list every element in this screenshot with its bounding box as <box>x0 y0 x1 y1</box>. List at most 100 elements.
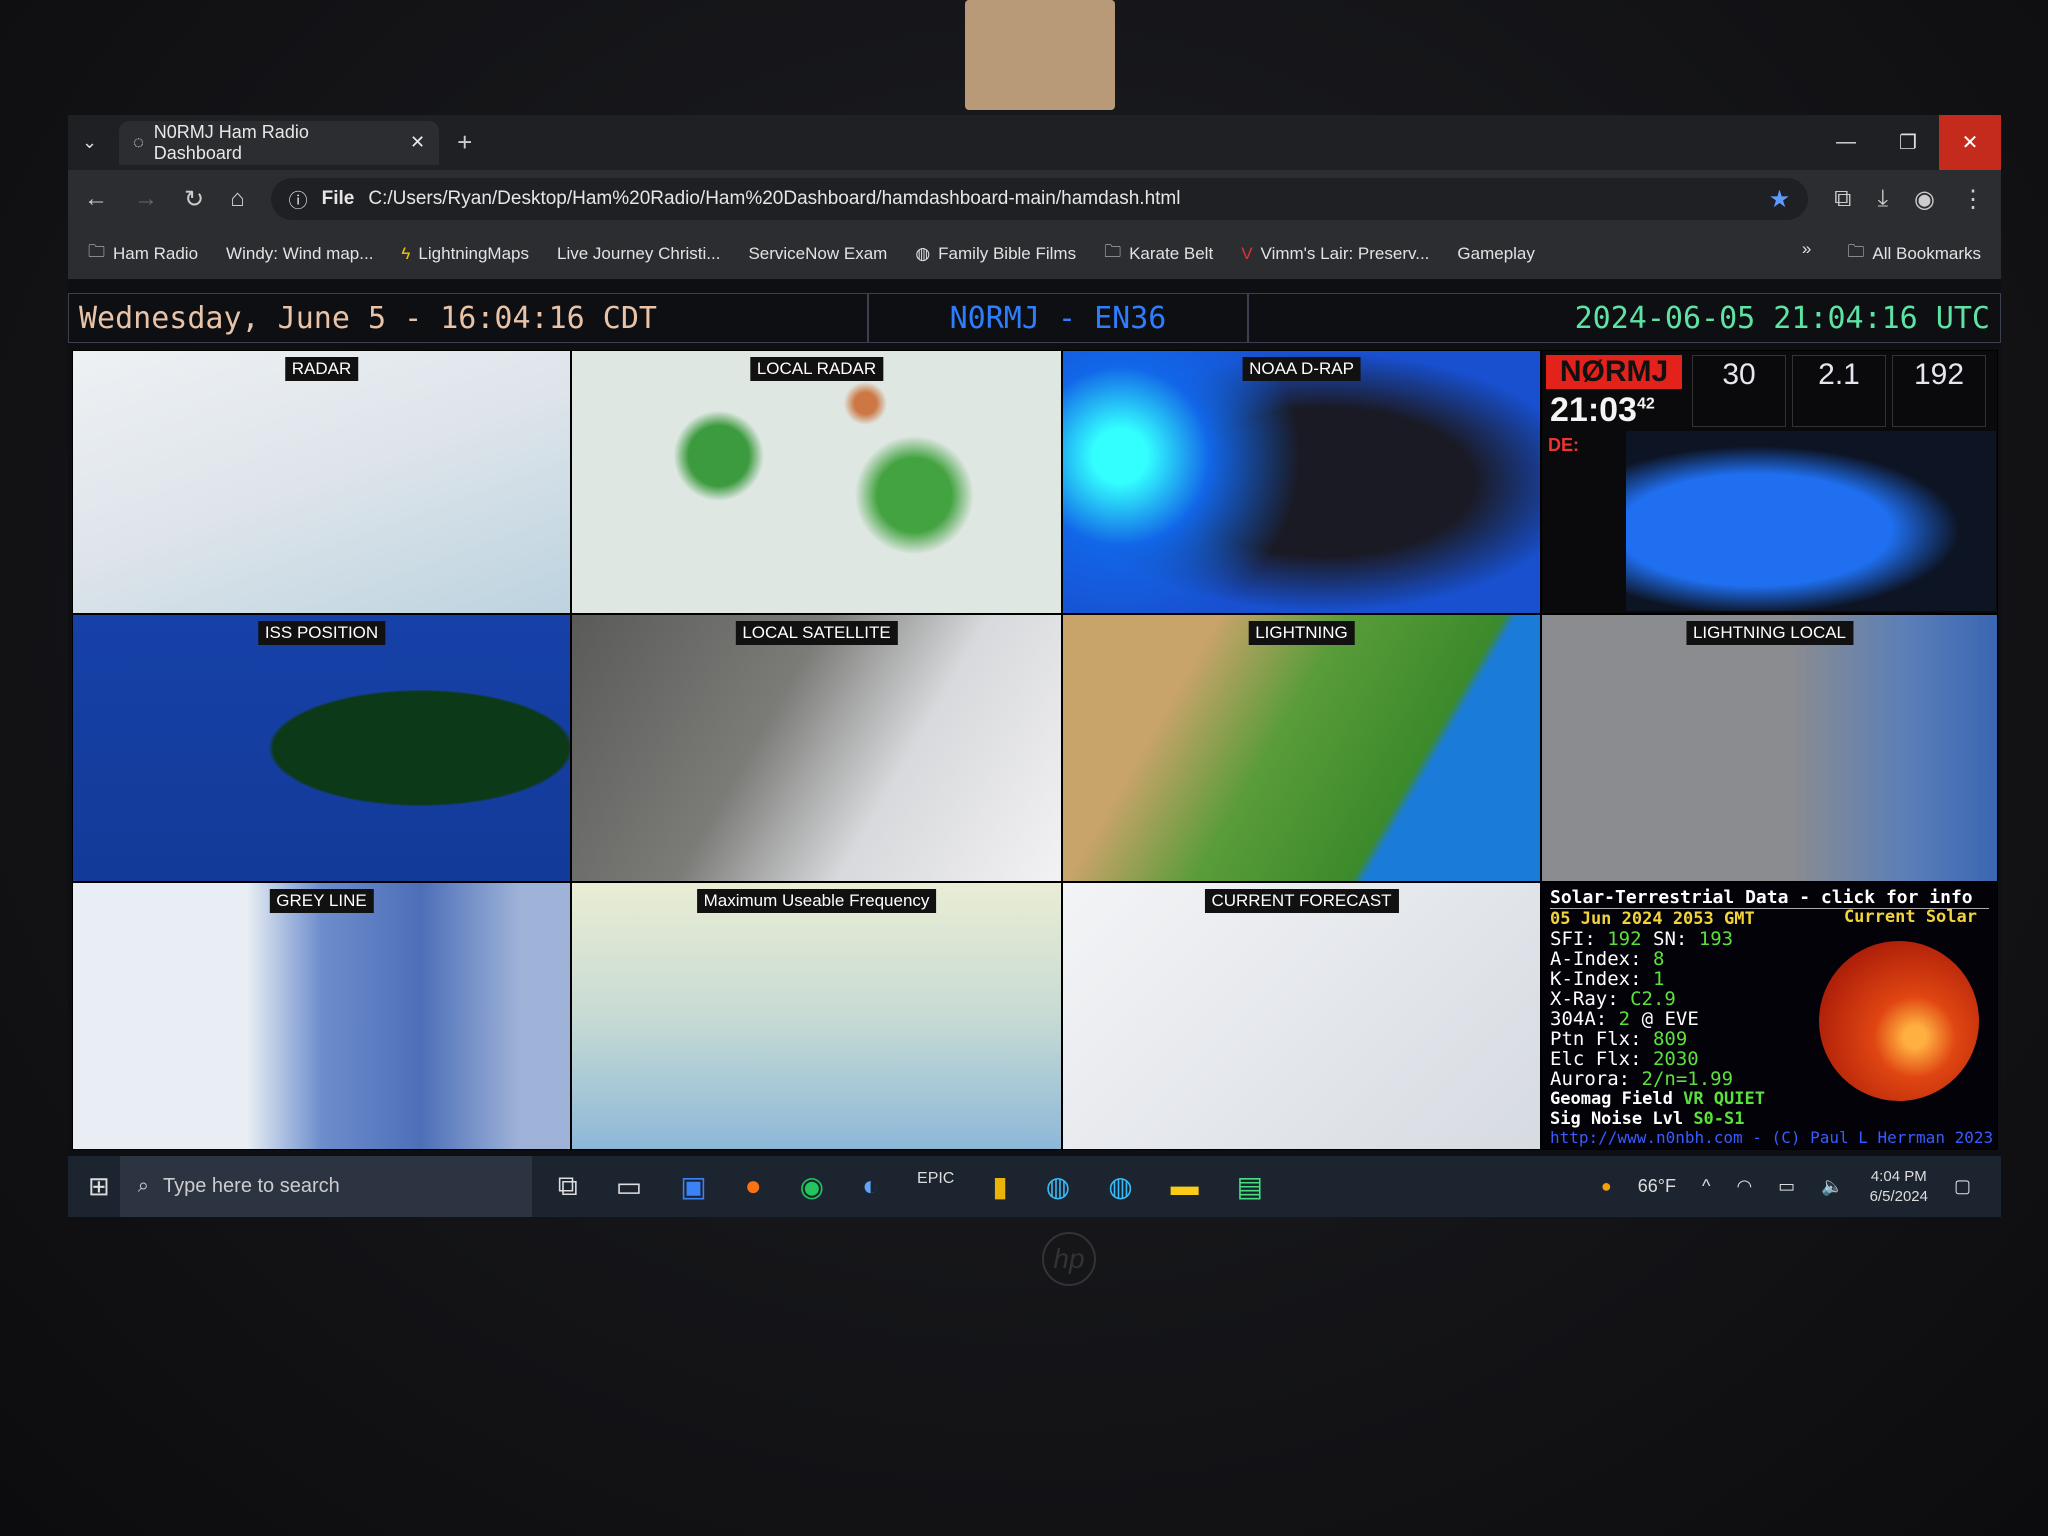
weather-icon[interactable]: ● <box>1601 1176 1612 1197</box>
forward-icon[interactable]: → <box>134 185 158 213</box>
solar-value: @ EVE <box>1641 1008 1699 1030</box>
back-icon[interactable]: ← <box>84 185 108 213</box>
new-tab-button[interactable]: + <box>457 127 472 158</box>
url-input[interactable]: ⓘ File C:/Users/Ryan/Desktop/Ham%20Radio… <box>270 178 1809 220</box>
panel-iss-position[interactable]: ISS POSITION <box>72 614 571 882</box>
panel-radar[interactable]: RADAR <box>72 350 571 614</box>
menu-icon[interactable]: ⋮ <box>1961 185 1985 214</box>
windows-start-icon[interactable]: ⊞ <box>88 1171 110 1202</box>
chart-app-icon[interactable]: ▤ <box>1237 1170 1263 1203</box>
stat-box: 2.1 <box>1792 355 1886 427</box>
panel-label: CURRENT FORECAST <box>1204 889 1399 913</box>
bookmark-vimms-lair[interactable]: V Vimm's Lair: Preserv... <box>1241 244 1429 264</box>
volume-icon[interactable]: 🔈 <box>1821 1176 1843 1197</box>
chrome-icon[interactable]: ◉ <box>800 1170 824 1203</box>
taskbar-search[interactable]: ⌕ Type here to search <box>119 1156 532 1217</box>
panel-noaa-drap[interactable]: NOAA D-RAP <box>1062 350 1541 614</box>
download-icon[interactable]: ⤓ <box>1877 185 1888 213</box>
bookmark-windy[interactable]: Windy: Wind map... <box>226 244 373 264</box>
solar-value: 2 <box>1618 1008 1631 1030</box>
solar-value: K-Index: <box>1550 968 1642 990</box>
solar-value: SFI: <box>1550 928 1596 950</box>
panel-local-satellite[interactable]: LOCAL SATELLITE <box>571 614 1062 882</box>
solar-value: 304A: <box>1550 1008 1608 1030</box>
solar-value: 193 <box>1698 928 1734 950</box>
solar-value: Aurora: <box>1550 1068 1631 1090</box>
solar-value: A-Index: <box>1550 948 1642 970</box>
bookmark-gameplay[interactable]: Gameplay <box>1457 244 1534 264</box>
panel-label: LOCAL SATELLITE <box>735 621 898 645</box>
solar-value: Elc Flx: <box>1550 1048 1642 1070</box>
panel-solar-terrestrial[interactable]: Solar-Terrestrial Data - click for info … <box>1541 882 1998 1150</box>
minimize-button[interactable]: — <box>1815 115 1877 170</box>
panel-lightning-local[interactable]: LIGHTNING LOCAL <box>1541 614 1998 882</box>
bookmark-star-icon[interactable]: ★ <box>1769 185 1791 214</box>
panel-local-radar[interactable]: LOCAL RADAR <box>571 350 1062 614</box>
steam-icon[interactable]: ◐ <box>862 1170 879 1203</box>
bookmark-live-journey[interactable]: Live Journey Christi... <box>557 244 720 264</box>
app-icon[interactable]: ▣ <box>680 1170 706 1203</box>
notification-icon[interactable]: ▢ <box>1954 1176 1971 1197</box>
file-explorer-icon[interactable]: ▬ <box>1171 1170 1199 1203</box>
app-icon[interactable]: ▮ <box>992 1170 1007 1203</box>
bookmark-karate-belt[interactable]: 🗀 Karate Belt <box>1104 239 1213 268</box>
temperature[interactable]: 66°F <box>1638 1176 1676 1197</box>
panel-label: GREY LINE <box>269 889 374 913</box>
bookmark-family-bible[interactable]: ◍ Family Bible Films <box>915 244 1076 264</box>
tab-search-icon[interactable]: ⌄ <box>82 132 97 153</box>
globe-icon: ◍ <box>915 243 931 263</box>
hamclock-callsign: NØRMJ <box>1546 355 1682 389</box>
local-time: Wednesday, June 5 - 16:04:16 CDT <box>68 293 868 343</box>
solar-value: 2/n=1.99 <box>1641 1068 1734 1090</box>
tray-clock[interactable]: 4:04 PM 6/5/2024 <box>1870 1167 1928 1207</box>
profile-avatar[interactable]: ◉ <box>1914 185 1935 214</box>
extensions-icon[interactable]: ⧉ <box>1834 185 1851 213</box>
hamclock-world-map <box>1626 431 1996 611</box>
solar-value: Sig Noise Lvl <box>1550 1109 1684 1129</box>
taskbar: ⊞ ⌕ Type here to search ⧉ ▭ ▣ ● ◉ ◐ EPIC … <box>68 1156 2001 1217</box>
bookmark-ham-radio[interactable]: 🗀 Ham Radio <box>88 239 198 268</box>
network-icon[interactable]: ▭ <box>1778 1176 1795 1197</box>
panel-grey-line[interactable]: GREY LINE <box>72 882 571 1150</box>
clock-date: 6/5/2024 <box>1869 1187 1928 1205</box>
clock-time: 4:04 PM <box>1870 1167 1927 1185</box>
panel-muf[interactable]: Maximum Useable Frequency <box>571 882 1062 1150</box>
close-tab-icon[interactable]: ✕ <box>410 132 425 153</box>
firefox-icon[interactable]: ● <box>745 1170 762 1203</box>
restore-button[interactable]: ❐ <box>1877 115 1939 170</box>
epic-games-icon[interactable]: EPIC <box>917 1170 954 1203</box>
app-icon[interactable]: ▭ <box>616 1170 642 1203</box>
home-icon[interactable]: ⌂ <box>230 185 245 213</box>
bookmark-servicenow[interactable]: ServiceNow Exam <box>748 244 887 264</box>
globe-icon[interactable]: ◍ <box>1046 1170 1070 1203</box>
bookmarks-overflow-button[interactable]: » <box>1802 239 1811 268</box>
tab-dashboard[interactable]: ◌ N0RMJ Ham Radio Dashboard ✕ <box>119 120 440 165</box>
panel-hamclock[interactable]: NØRMJ 21:0342 DE: 30 2.1 192 <box>1541 350 1998 614</box>
panel-label: Maximum Useable Frequency <box>696 889 937 913</box>
all-bookmarks-button[interactable]: 🗀 All Bookmarks <box>1847 239 1981 268</box>
sun-image <box>1819 941 1979 1101</box>
bookmark-label: Vimm's Lair: Preserv... <box>1260 243 1430 263</box>
bookmark-label: Ham Radio <box>113 243 199 263</box>
folder-icon: 🗀 <box>1104 242 1122 261</box>
tab-title: N0RMJ Ham Radio Dashboard <box>153 121 309 163</box>
close-window-button[interactable]: ✕ <box>1939 115 2001 170</box>
folder-icon: 🗀 <box>1847 242 1865 261</box>
folder-icon: 🗀 <box>88 242 105 261</box>
bookmark-label: Windy: Wind map... <box>226 243 374 263</box>
search-icon: ⌕ <box>137 1175 149 1197</box>
chevron-up-icon[interactable]: ^ <box>1702 1176 1710 1197</box>
url-scheme: File <box>321 188 355 209</box>
task-view-icon[interactable]: ⧉ <box>558 1170 578 1203</box>
solar-footer-link[interactable]: http://www.n0nbh.com - (C) Paul L Herrma… <box>1550 1128 1993 1147</box>
reload-icon[interactable]: ↻ <box>184 185 204 214</box>
panel-lightning[interactable]: LIGHTNING <box>1062 614 1541 882</box>
panel-current-forecast[interactable]: CURRENT FORECAST <box>1062 882 1541 1150</box>
solar-value: S0-S1 <box>1693 1109 1745 1129</box>
solar-value: Ptn Flx: <box>1550 1028 1642 1050</box>
wifi-icon[interactable]: ◠ <box>1736 1176 1752 1197</box>
globe-icon[interactable]: ◍ <box>1108 1170 1132 1203</box>
panel-label: LOCAL RADAR <box>749 357 884 381</box>
solar-title[interactable]: Solar-Terrestrial Data - click for info <box>1550 887 1989 909</box>
bookmark-lightningmaps[interactable]: ϟ LightningMaps <box>401 244 529 264</box>
